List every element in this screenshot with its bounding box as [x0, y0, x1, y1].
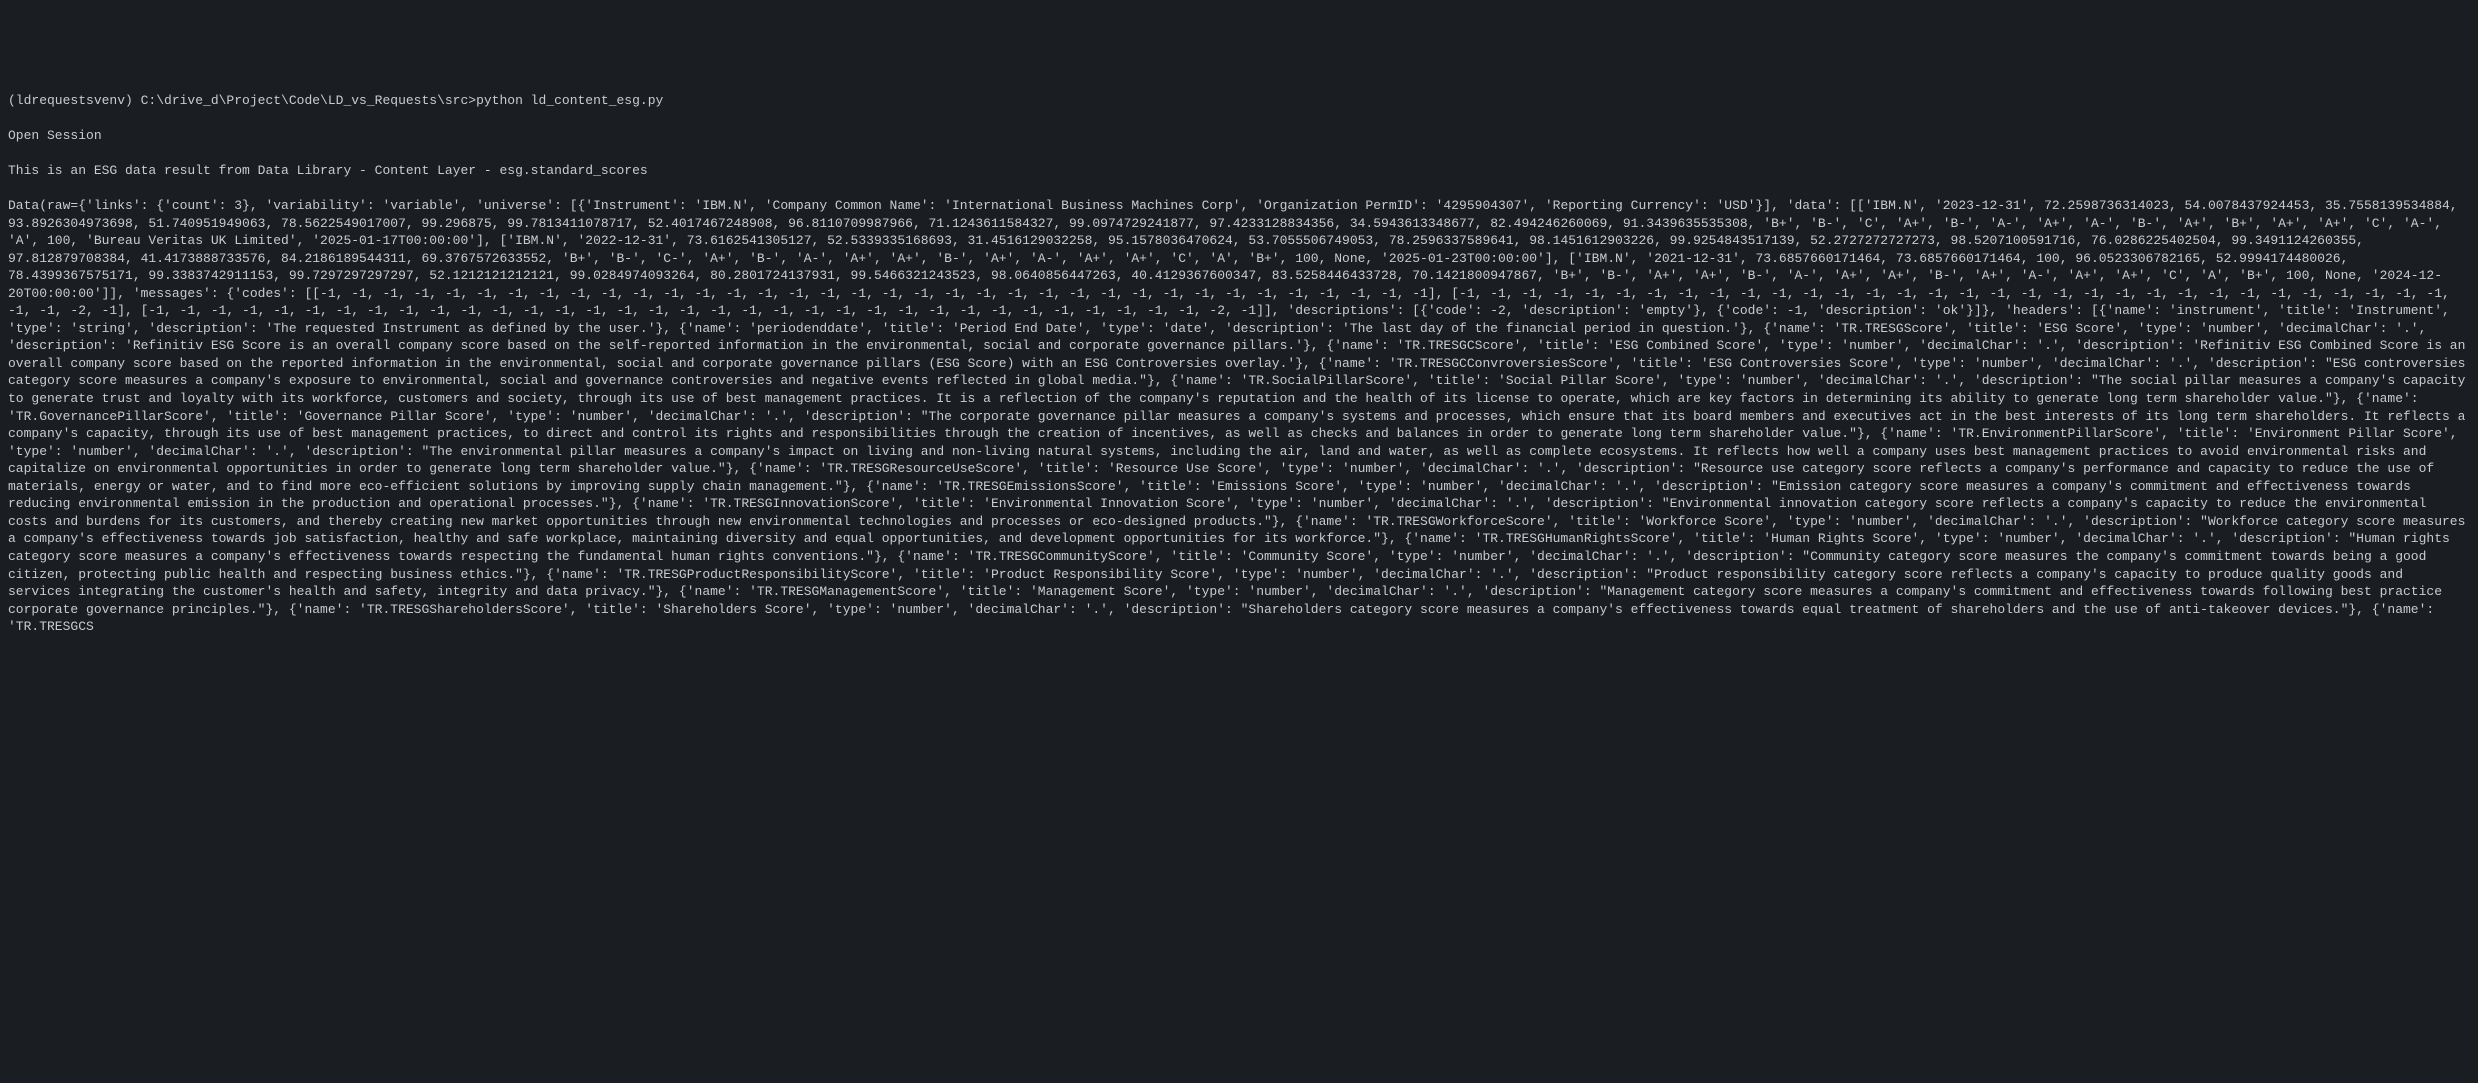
data-output: Data(raw={'links': {'count': 3}, 'variab… — [8, 197, 2470, 636]
session-line: Open Session — [8, 127, 2470, 145]
description-line: This is an ESG data result from Data Lib… — [8, 162, 2470, 180]
terminal-output: (ldrequestsvenv) C:\drive_d\Project\Code… — [8, 74, 2470, 653]
prompt-line: (ldrequestsvenv) C:\drive_d\Project\Code… — [8, 92, 2470, 110]
